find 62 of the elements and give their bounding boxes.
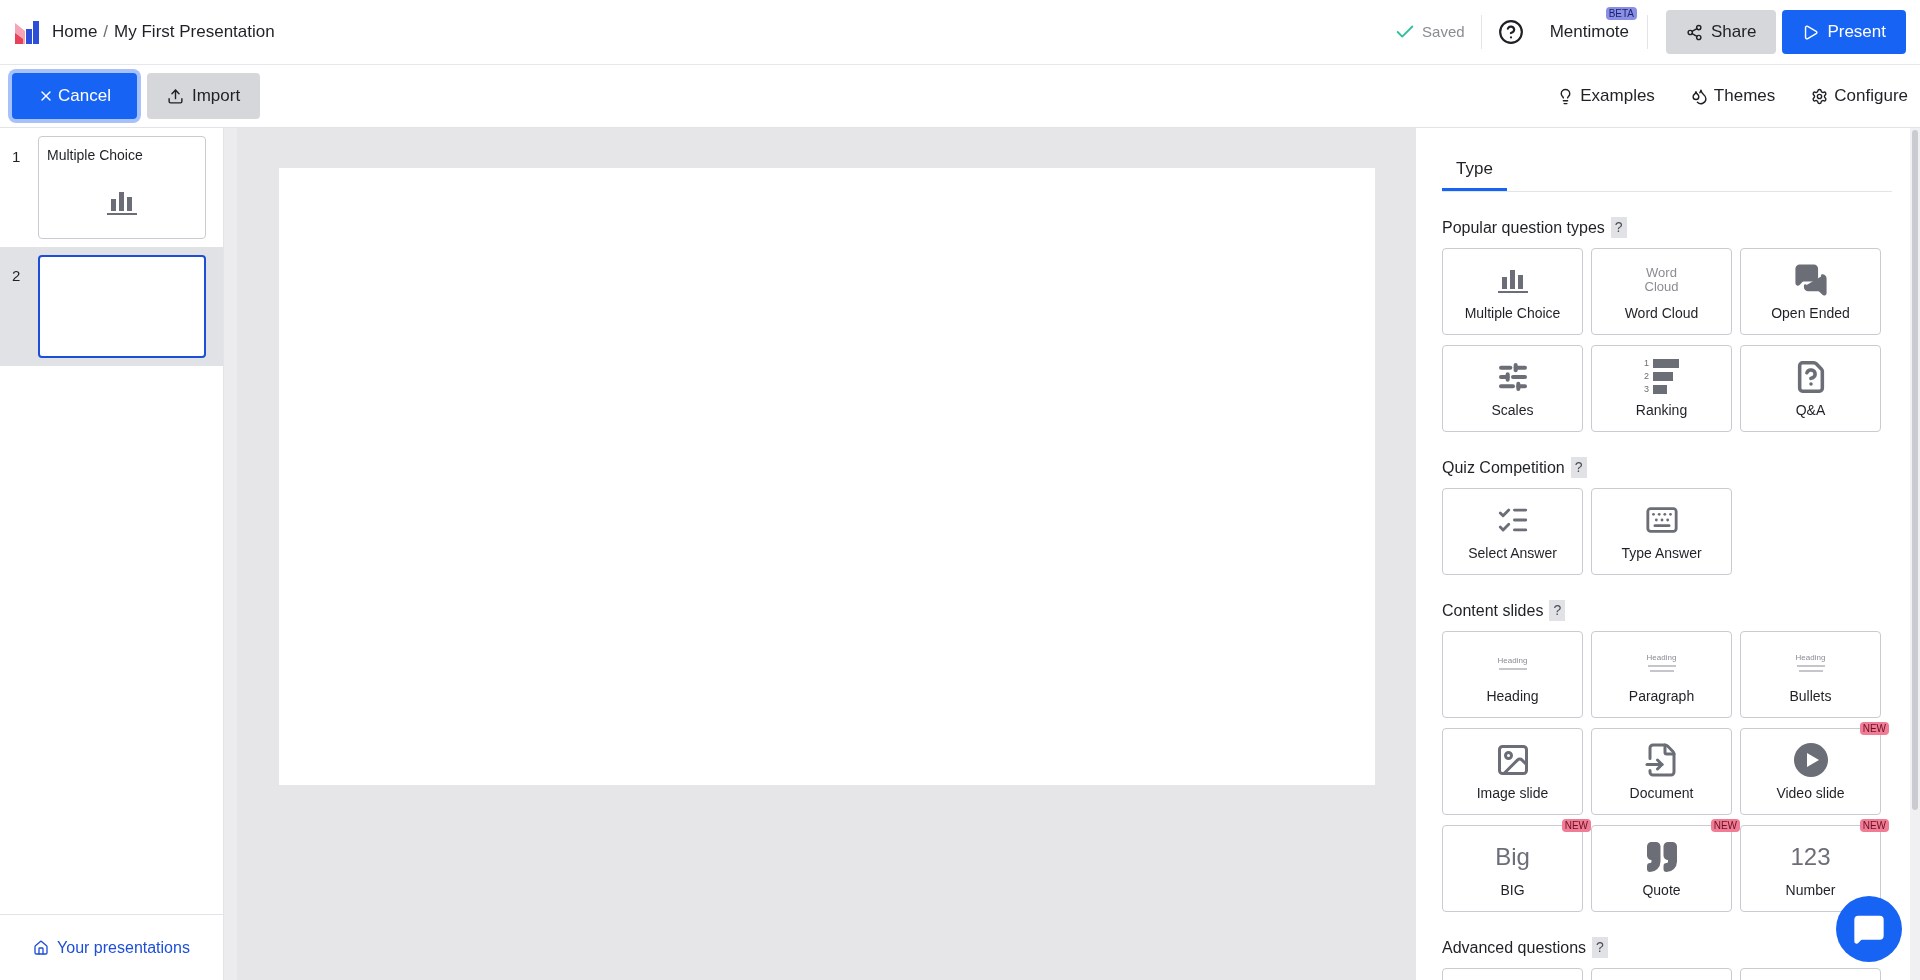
section-title: Quiz Competition (1442, 457, 1565, 478)
slide-title: Multiple Choice (47, 146, 144, 165)
section-title: Popular question types (1442, 217, 1605, 238)
your-presentations-link[interactable]: Your presentations (0, 914, 223, 980)
section-title: Advanced questions (1442, 937, 1587, 958)
question-type-tile[interactable]: Select Answer (1442, 487, 1583, 575)
new-badge: NEW (1859, 721, 1889, 735)
help-badge[interactable]: ? (1592, 937, 1608, 958)
question-type-tile[interactable]: Q&A (1740, 344, 1881, 432)
slide-number: 2 (12, 266, 22, 286)
beta-badge: BETA (1605, 7, 1638, 21)
question-type-tile[interactable]: Heading Heading (1442, 630, 1583, 718)
question-type-tile[interactable]: Heading Paragraph (1591, 630, 1732, 718)
save-status: Saved (1422, 21, 1465, 42)
play-icon (1792, 741, 1829, 778)
new-badge: NEW (1859, 818, 1889, 832)
question-type-tile[interactable]: Scales (1442, 344, 1583, 432)
slide-list-item[interactable]: 2 (0, 247, 223, 366)
word-cloud-icon: Word Cloud (1644, 265, 1679, 294)
section-title: Content slides (1442, 600, 1544, 621)
slide-thumbnail[interactable]: Multiple Choice (38, 136, 206, 239)
logo-icon (14, 19, 40, 45)
help-badge[interactable]: ? (1610, 217, 1627, 238)
toolbar-button[interactable]: Examples (1557, 83, 1655, 109)
question-type-tile[interactable]: Heading Bullets (1740, 630, 1881, 718)
mentimote-button[interactable]: Mentimote (1549, 19, 1630, 45)
slide-thumbnail[interactable] (38, 255, 206, 358)
help-badge[interactable]: ? (1549, 600, 1566, 621)
settings-icon (1811, 87, 1829, 105)
breadcrumb-link[interactable]: Home (52, 19, 98, 45)
question-type-tile[interactable]: Multiple Choice (1442, 247, 1583, 335)
upload-icon (166, 87, 184, 105)
help-badge[interactable]: ? (1570, 457, 1587, 478)
presentation-title[interactable]: My First Presentation (114, 19, 275, 45)
toolbar-button[interactable]: Configure (1811, 83, 1908, 109)
slide-canvas[interactable] (279, 168, 1375, 785)
breadcrumb-separator: / (103, 21, 109, 44)
share-button[interactable]: Share (1666, 10, 1777, 54)
new-badge: NEW (1710, 818, 1740, 832)
home-icon (33, 939, 50, 956)
chat-icon (1853, 913, 1885, 945)
question-type-tile[interactable]: Document (1591, 727, 1732, 815)
question-type-tile[interactable]: 1 2 3 Ranking (1591, 344, 1732, 432)
preview-text: Big (1495, 841, 1530, 872)
share-icon (1686, 23, 1704, 41)
question-type-tile[interactable]: Word Cloud Word Cloud (1591, 247, 1732, 335)
question-type-tile[interactable]: Open Ended (1740, 247, 1881, 335)
new-badge: NEW (1561, 818, 1591, 832)
play-icon (1802, 23, 1820, 41)
preview-text: 123 (1790, 841, 1831, 872)
question-type-tile[interactable]: Type Answer (1591, 487, 1732, 575)
import-button[interactable]: Import (146, 73, 261, 119)
question-type-tile[interactable]: Image slide (1442, 727, 1583, 815)
help-icon[interactable] (1497, 19, 1524, 45)
scrollbar-thumb[interactable] (1912, 130, 1918, 810)
slide-number: 1 (12, 147, 22, 167)
present-button[interactable]: Present (1782, 10, 1906, 54)
speech-bubbles-icon (1793, 262, 1828, 297)
droplet-icon (1690, 87, 1708, 105)
toolbar-button[interactable]: Themes (1690, 83, 1776, 109)
sliders-icon (1496, 360, 1529, 393)
panel-tab[interactable]: Type (1442, 156, 1507, 191)
